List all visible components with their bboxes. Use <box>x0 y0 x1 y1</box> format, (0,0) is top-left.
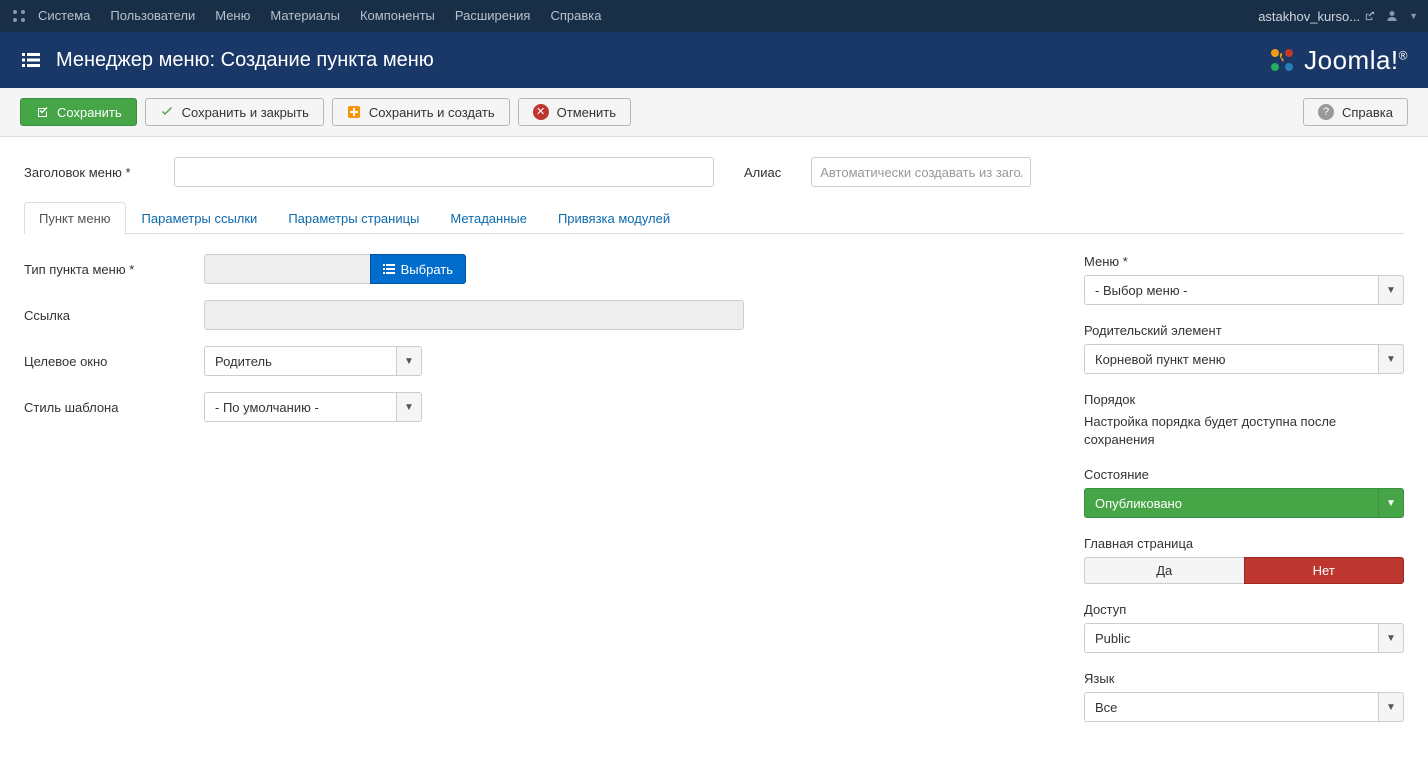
chevron-down-icon[interactable]: ▼ <box>1378 275 1404 305</box>
toolbar: Сохранить Сохранить и закрыть Сохранить … <box>0 88 1428 137</box>
user-site-link[interactable]: astakhov_kurso... <box>1258 9 1375 24</box>
chevron-down-icon[interactable]: ▼ <box>1378 344 1404 374</box>
save-new-button[interactable]: Сохранить и создать <box>332 98 510 126</box>
save-button[interactable]: Сохранить <box>20 98 137 126</box>
parent-label: Родительский элемент <box>1084 323 1404 338</box>
menu-type-input <box>204 254 370 284</box>
joomla-logo: Joomla!® <box>1266 44 1408 76</box>
page-title: Менеджер меню: Создание пункта меню <box>56 49 434 72</box>
chevron-down-icon[interactable]: ▼ <box>1409 11 1418 21</box>
home-label: Главная страница <box>1084 536 1404 551</box>
nav-users[interactable]: Пользователи <box>100 0 205 32</box>
help-button[interactable]: ? Справка <box>1303 98 1408 126</box>
tab-page-params[interactable]: Параметры страницы <box>273 202 434 234</box>
user-menu-icon[interactable] <box>1385 9 1399 23</box>
check-icon <box>160 105 174 119</box>
title-label: Заголовок меню * <box>24 165 144 180</box>
chevron-down-icon[interactable]: ▼ <box>1378 623 1404 653</box>
link-label: Ссылка <box>24 308 204 323</box>
access-label: Доступ <box>1084 602 1404 617</box>
cancel-button[interactable]: ✕ Отменить <box>518 98 631 126</box>
tab-menu-item[interactable]: Пункт меню <box>24 202 126 234</box>
order-text: Настройка порядка будет доступна после с… <box>1084 413 1404 449</box>
page-header: Менеджер меню: Создание пункта меню Joom… <box>0 32 1428 88</box>
plus-icon <box>347 105 361 119</box>
nav-system[interactable]: Система <box>28 0 100 32</box>
tab-link-params[interactable]: Параметры ссылки <box>127 202 273 234</box>
chevron-down-icon[interactable]: ▼ <box>1378 488 1404 518</box>
state-label: Состояние <box>1084 467 1404 482</box>
alias-input[interactable] <box>811 157 1031 187</box>
cancel-icon: ✕ <box>533 104 549 120</box>
apply-icon <box>35 105 49 119</box>
help-icon: ? <box>1318 104 1334 120</box>
list-icon <box>20 50 42 70</box>
select-type-button[interactable]: Выбрать <box>370 254 466 284</box>
tabs: Пункт меню Параметры ссылки Параметры ст… <box>24 201 1404 234</box>
nav-menus[interactable]: Меню <box>205 0 260 32</box>
home-no-button[interactable]: Нет <box>1244 557 1405 584</box>
link-input <box>204 300 744 330</box>
menu-select[interactable]: - Выбор меню - <box>1084 275 1378 305</box>
external-link-icon <box>1364 11 1375 22</box>
state-select[interactable]: Опубликовано <box>1084 488 1378 518</box>
access-select[interactable]: Public <box>1084 623 1378 653</box>
nav-help[interactable]: Справка <box>540 0 611 32</box>
save-close-button[interactable]: Сохранить и закрыть <box>145 98 324 126</box>
order-label: Порядок <box>1084 392 1404 407</box>
title-input[interactable] <box>174 157 714 187</box>
lang-select[interactable]: Все <box>1084 692 1378 722</box>
nav-components[interactable]: Компоненты <box>350 0 445 32</box>
nav-extensions[interactable]: Расширения <box>445 0 541 32</box>
joomla-icon[interactable] <box>10 7 28 25</box>
nav-content[interactable]: Материалы <box>260 0 350 32</box>
lang-label: Язык <box>1084 671 1404 686</box>
chevron-down-icon[interactable]: ▼ <box>396 392 422 422</box>
alias-label: Алиас <box>744 165 781 180</box>
top-navigation: Система Пользователи Меню Материалы Комп… <box>0 0 1428 32</box>
tab-module-assignment[interactable]: Привязка модулей <box>543 202 685 234</box>
parent-select[interactable]: Корневой пункт меню <box>1084 344 1378 374</box>
target-select[interactable]: Родитель <box>204 346 396 376</box>
list-small-icon <box>383 264 395 274</box>
chevron-down-icon[interactable]: ▼ <box>396 346 422 376</box>
template-select[interactable]: - По умолчанию - <box>204 392 396 422</box>
menu-type-label: Тип пункта меню * <box>24 262 204 277</box>
home-yes-button[interactable]: Да <box>1084 557 1244 584</box>
menu-label: Меню * <box>1084 254 1404 269</box>
chevron-down-icon[interactable]: ▼ <box>1378 692 1404 722</box>
template-label: Стиль шаблона <box>24 400 204 415</box>
target-label: Целевое окно <box>24 354 204 369</box>
tab-metadata[interactable]: Метаданные <box>435 202 542 234</box>
